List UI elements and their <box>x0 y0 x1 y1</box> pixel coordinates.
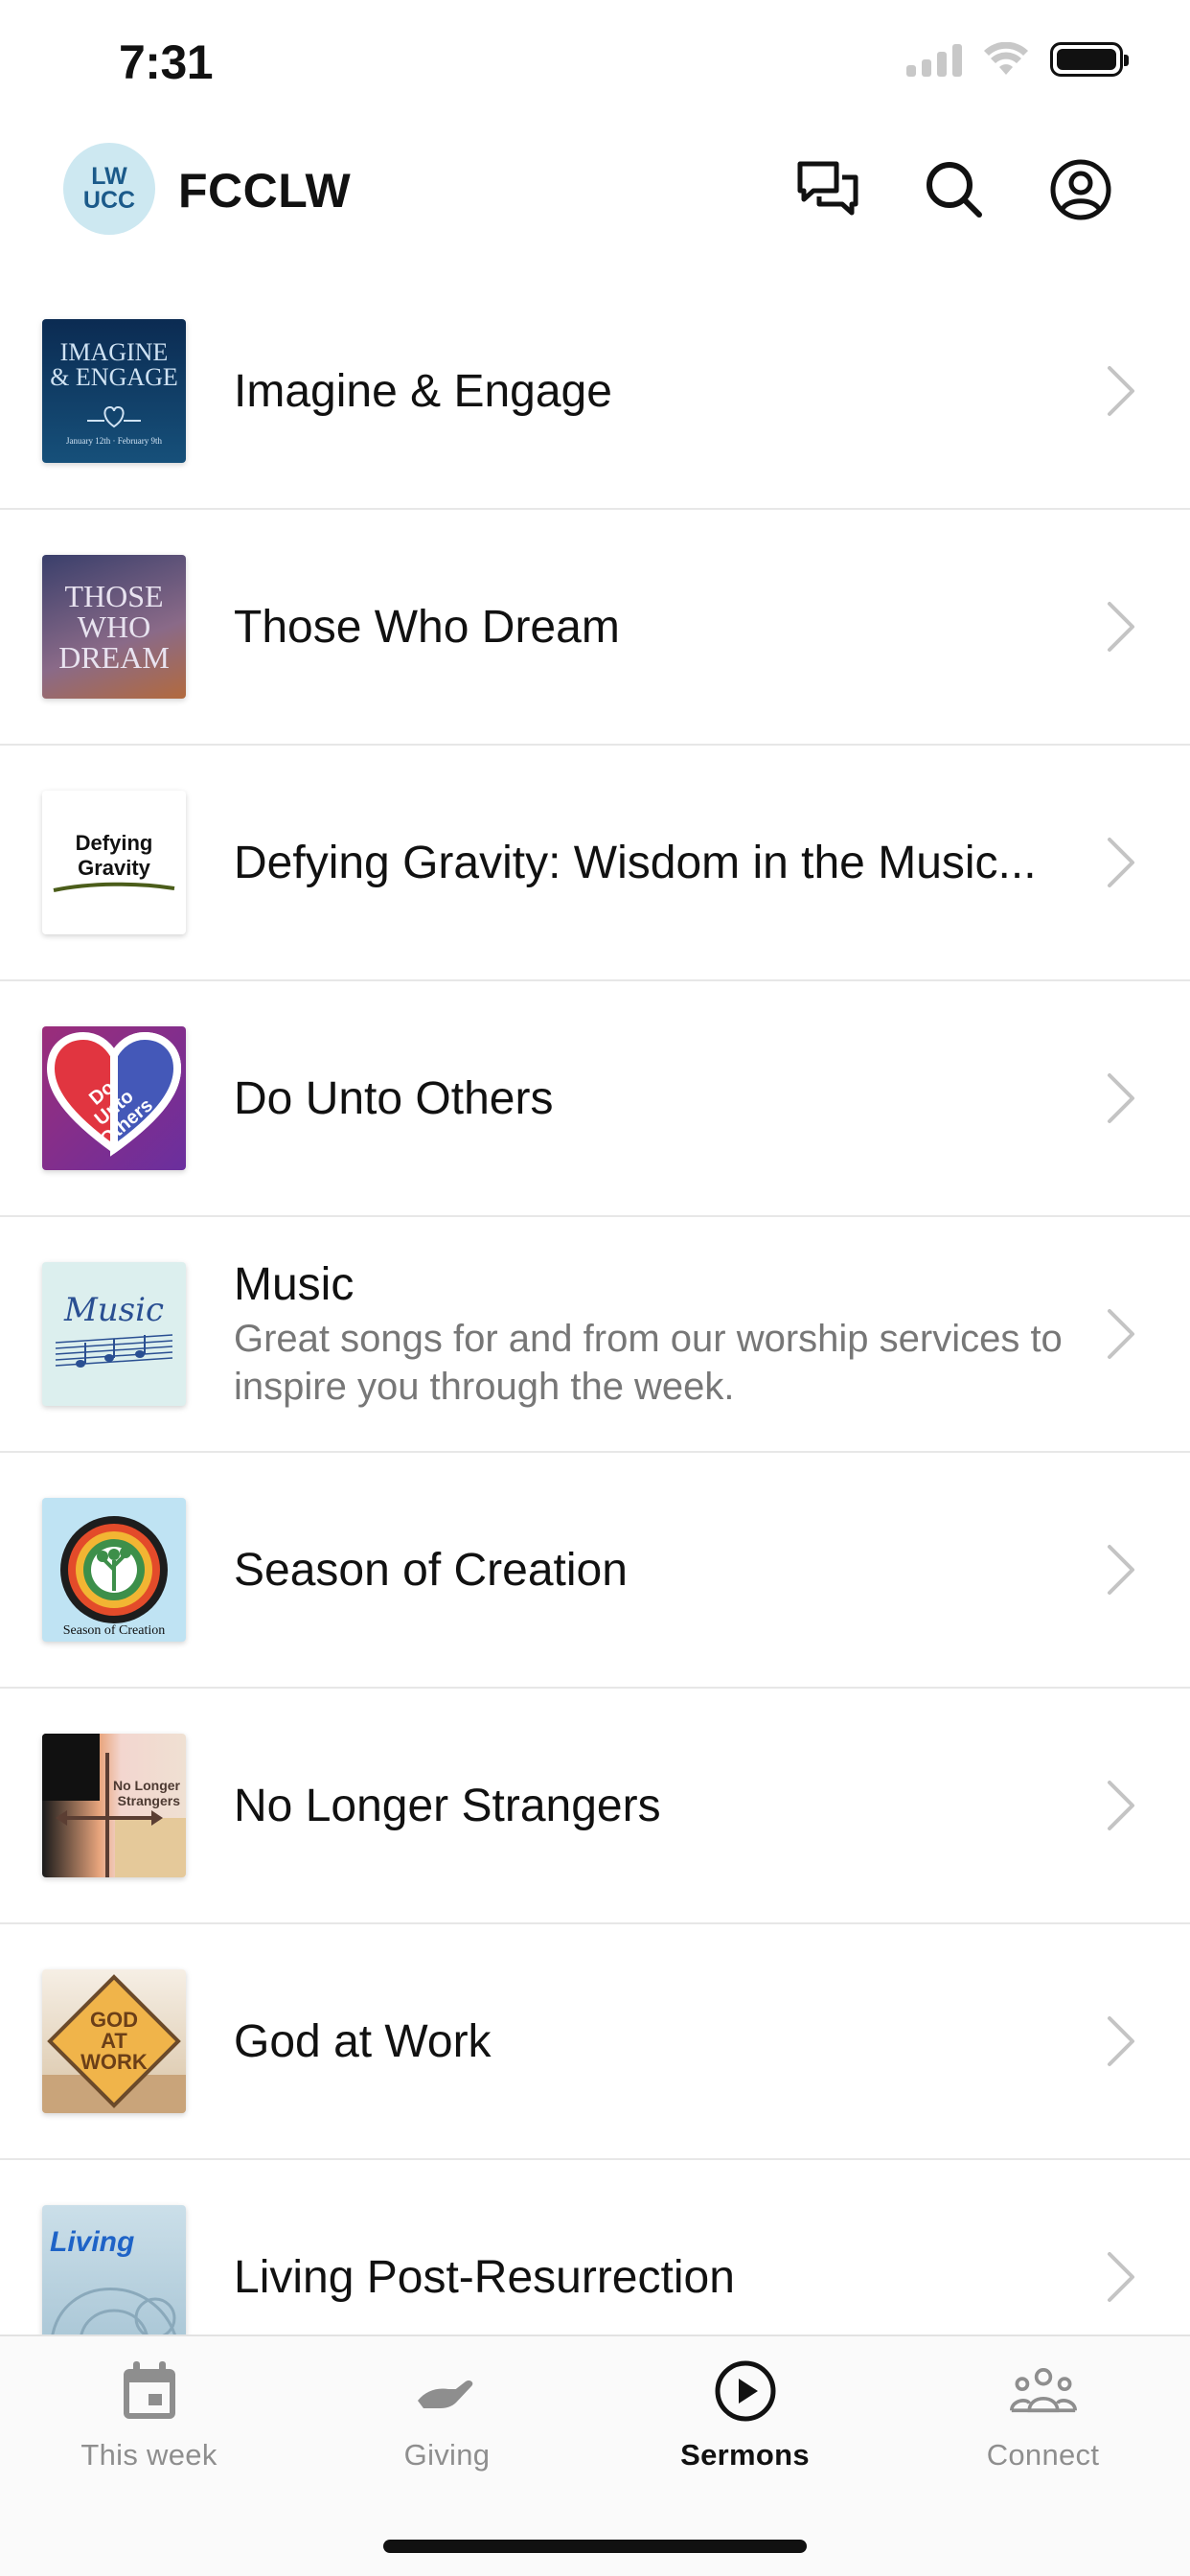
thumbnail-text: AT <box>101 2029 127 2053</box>
series-title: Defying Gravity: Wisdom in the Music... <box>234 837 1037 888</box>
series-thumbnail: IMAGINE & ENGAGE January 12th · February… <box>42 319 186 463</box>
list-item[interactable]: Defying Gravity Defying Gravity: Wisdom … <box>0 746 1190 981</box>
series-title: Living Post-Resurrection <box>234 2251 735 2303</box>
chevron-right-icon <box>1108 1073 1134 1123</box>
series-title: Do Unto Others <box>234 1072 554 1124</box>
people-group-icon <box>1009 2358 1077 2425</box>
chevron-right-icon <box>1108 838 1134 887</box>
thumbnail-caption: January 12th · February 9th <box>66 436 162 446</box>
list-item[interactable]: IMAGINE & ENGAGE January 12th · February… <box>0 274 1190 510</box>
series-title: No Longer Strangers <box>234 1780 661 1831</box>
row-text: Defying Gravity: Wisdom in the Music... <box>234 837 1075 889</box>
swoosh-icon <box>53 882 175 892</box>
chevron-right-icon <box>1108 1781 1134 1830</box>
profile-icon <box>1050 159 1111 220</box>
chevron-right-icon <box>1108 2252 1134 2302</box>
series-thumbnail: Do Unto Others <box>42 1026 186 1170</box>
thumbnail-caption: Season of Creation <box>62 1623 166 1638</box>
thumbnail-text: & ENGAGE <box>50 363 178 391</box>
row-text: God at Work <box>234 2015 1075 2068</box>
tab-bar: This week Giving Sermons Connect <box>0 2334 1190 2576</box>
tab-label: This week <box>80 2438 217 2472</box>
chat-icon <box>797 161 858 216</box>
tab-label: Giving <box>403 2438 491 2472</box>
thumbnail-text: THOSE <box>64 579 164 613</box>
church-logo[interactable]: LW UCC <box>63 143 155 235</box>
heart-icon <box>87 405 141 428</box>
tab-sermons[interactable]: Sermons <box>596 2358 894 2472</box>
sermon-series-list: IMAGINE & ENGAGE January 12th · February… <box>0 274 1190 2334</box>
profile-button[interactable] <box>1048 157 1113 222</box>
thumbnail-text: Living <box>50 2226 135 2258</box>
thumbnail-text: DREAM <box>58 640 170 675</box>
chevron-right-icon <box>1108 366 1134 416</box>
logo-text-top: LW <box>91 163 127 190</box>
empty-tomb-icon <box>51 2288 176 2334</box>
chevron-right-icon <box>1108 602 1134 652</box>
app-header: LW UCC FCCLW <box>0 140 1190 240</box>
row-text: Do Unto Others <box>234 1072 1075 1125</box>
list-item[interactable]: GOD AT WORK God at Work <box>0 1924 1190 2160</box>
list-item[interactable]: Music Music Great songs for and from our… <box>0 1217 1190 1453</box>
thumbnail-text: IMAGINE <box>59 338 169 366</box>
search-button[interactable] <box>922 157 987 222</box>
status-bar: 7:31 <box>0 0 1190 130</box>
tab-this-week[interactable]: This week <box>0 2358 298 2472</box>
list-item[interactable]: Living Living Post-Resurrection <box>0 2160 1190 2334</box>
row-text: No Longer Strangers <box>234 1780 1075 1832</box>
series-thumbnail: Defying Gravity <box>42 791 186 934</box>
logo-text-bottom: UCC <box>82 187 136 214</box>
play-circle-icon <box>712 2358 779 2425</box>
search-icon <box>927 162 982 218</box>
row-text: Music Great songs for and from our worsh… <box>234 1258 1075 1411</box>
row-text: Living Post-Resurrection <box>234 2251 1075 2304</box>
app-title: FCCLW <box>178 164 352 218</box>
series-thumbnail: Living <box>42 2205 186 2334</box>
tab-connect[interactable]: Connect <box>894 2358 1190 2472</box>
series-title: Music <box>234 1258 355 1310</box>
chevron-right-icon <box>1108 2016 1134 2066</box>
thumbnail-text: Music <box>63 1291 165 1329</box>
list-item[interactable]: Do Unto Others Do Unto Others <box>0 981 1190 1217</box>
messages-button[interactable] <box>795 157 860 222</box>
list-item[interactable]: Season of Creation Season of Creation <box>0 1453 1190 1689</box>
thumbnail-text: WHO <box>77 610 151 644</box>
status-time: 7:31 <box>119 35 214 89</box>
chevron-right-icon <box>1108 1309 1134 1359</box>
tab-label: Sermons <box>680 2438 810 2472</box>
status-icons <box>906 42 1129 77</box>
list-item[interactable]: THOSE WHO DREAM Those Who Dream <box>0 510 1190 746</box>
series-thumbnail: THOSE WHO DREAM <box>42 555 186 699</box>
thumbnail-text: Defying Gravity <box>75 831 153 880</box>
series-thumbnail: GOD AT WORK <box>42 1969 186 2113</box>
cellular-signal-icon <box>906 42 962 77</box>
series-thumbnail: No Longer Strangers <box>42 1734 186 1877</box>
series-thumbnail: Music <box>42 1262 186 1406</box>
tab-label: Connect <box>986 2438 1100 2472</box>
home-indicator[interactable] <box>383 2540 807 2553</box>
series-title: Imagine & Engage <box>234 365 612 417</box>
row-text: Those Who Dream <box>234 601 1075 654</box>
series-title: Those Who Dream <box>234 601 620 653</box>
thumbnail-text: Strangers <box>117 1793 180 1808</box>
list-item[interactable]: No Longer Strangers No Longer Strangers <box>0 1689 1190 1924</box>
tab-giving[interactable]: Giving <box>298 2358 596 2472</box>
row-text: Imagine & Engage <box>234 365 1075 418</box>
row-text: Season of Creation <box>234 1544 1075 1597</box>
music-notes-icon <box>55 1334 173 1368</box>
thumbnail-text: WORK <box>80 2050 148 2074</box>
series-thumbnail: Season of Creation <box>42 1498 186 1642</box>
series-title: God at Work <box>234 2015 492 2067</box>
thumbnail-text: No Longer <box>113 1778 180 1793</box>
battery-icon <box>1050 42 1129 77</box>
thumbnail-text: GOD <box>89 2008 139 2032</box>
wifi-icon <box>984 42 1028 75</box>
series-description: Great songs for and from our worship ser… <box>234 1317 1063 1408</box>
chevron-right-icon <box>1108 1545 1134 1595</box>
tree-mandala-icon <box>60 1516 168 1623</box>
calendar-icon <box>116 2358 183 2425</box>
series-title: Season of Creation <box>234 1544 628 1596</box>
giving-hand-icon <box>414 2358 481 2425</box>
